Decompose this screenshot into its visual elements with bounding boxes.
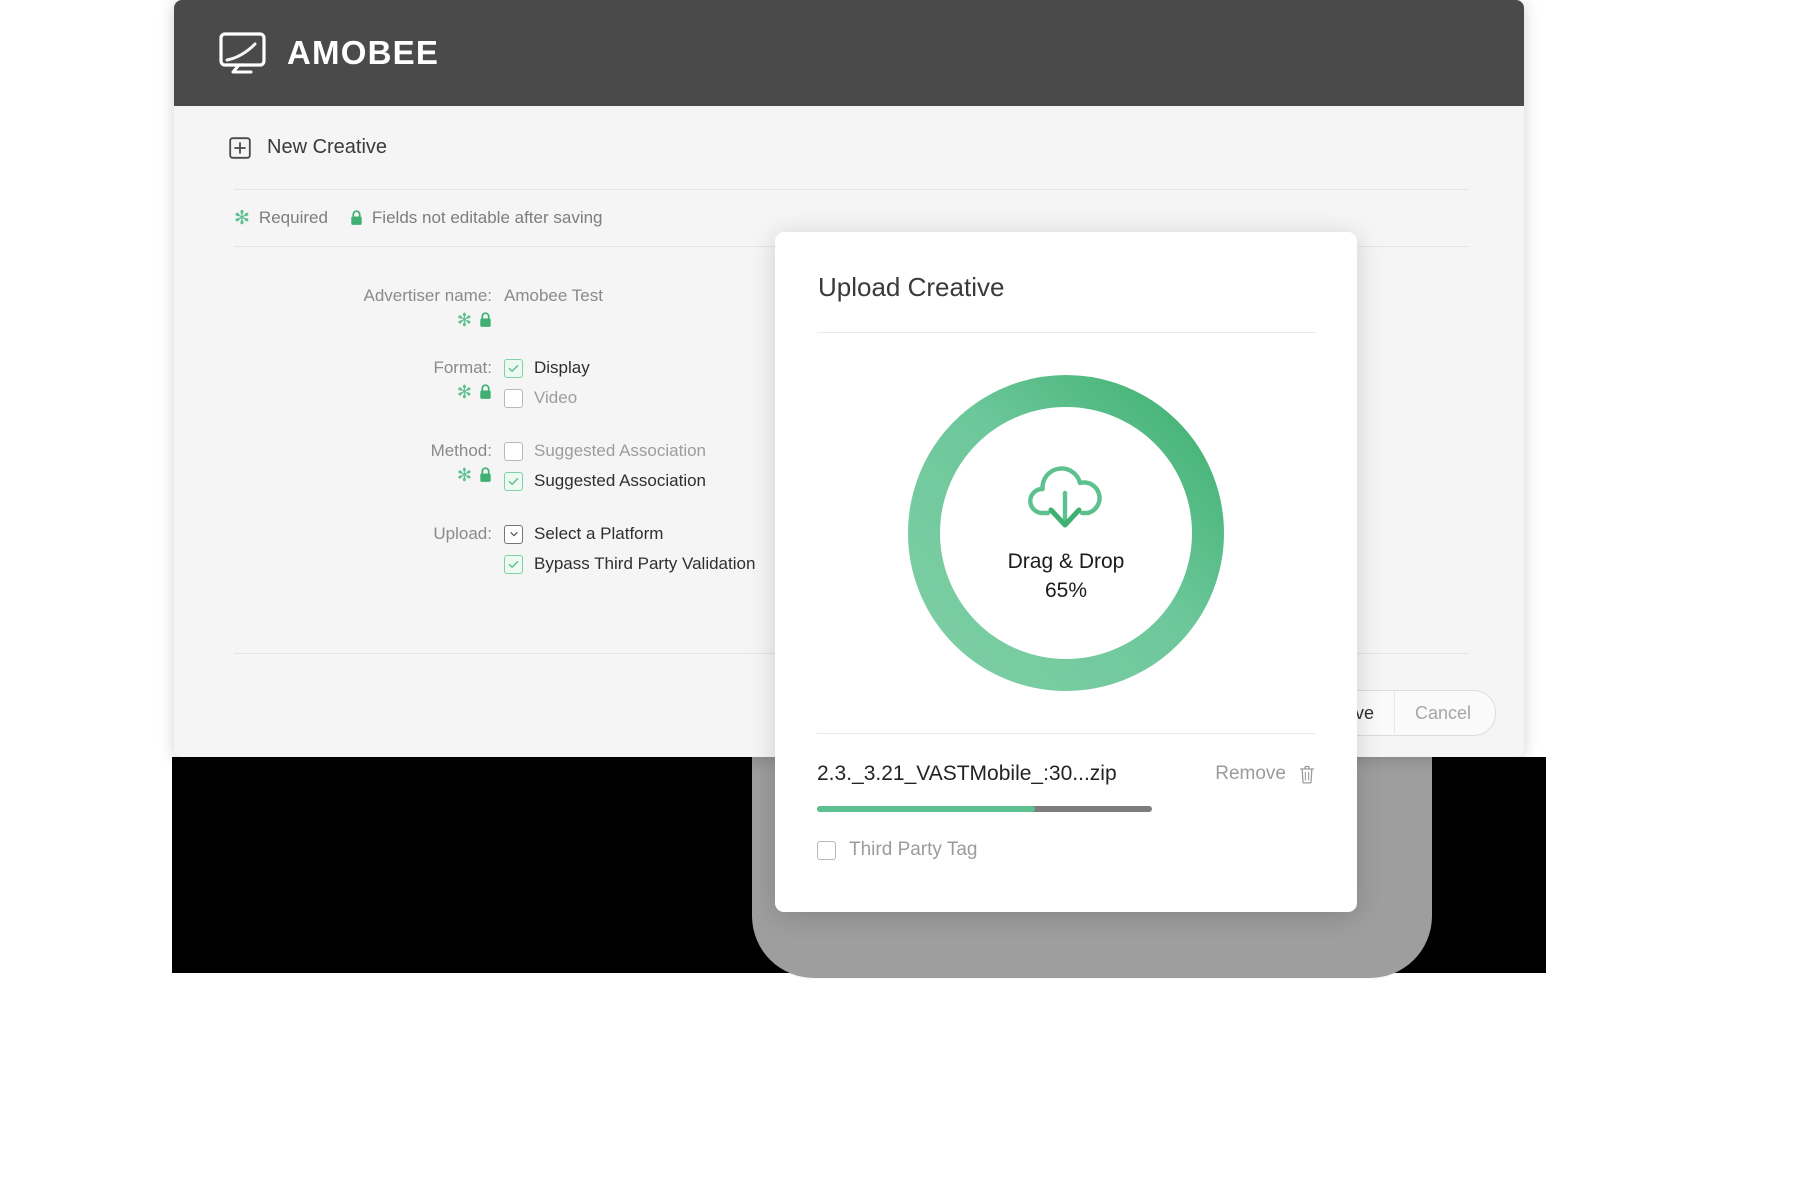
advertiser-name-value: Amobee Test	[504, 286, 603, 305]
plus-square-icon[interactable]	[229, 136, 251, 159]
checkbox-method-option-1[interactable]: Suggested Association	[504, 436, 706, 466]
checkbox-label: Bypass Third Party Validation	[534, 554, 756, 573]
brand-logo[interactable]: AMOBEE	[219, 32, 439, 74]
legend-required-label: Required	[258, 208, 328, 227]
screen: AMOBEE New Creative ✻ Required Fields no…	[0, 0, 1800, 1200]
cancel-button[interactable]: Cancel	[1393, 692, 1491, 734]
lock-icon	[479, 384, 492, 400]
checkbox-bypass-third-party-validation[interactable]: Bypass Third Party Validation	[504, 549, 755, 579]
checkbox-label: Suggested Association	[534, 441, 707, 460]
monitor-swoosh-icon	[219, 32, 271, 74]
checkbox-checked-icon[interactable]	[504, 358, 523, 378]
lock-icon	[479, 467, 492, 483]
chevron-down-icon[interactable]	[504, 524, 523, 544]
marks: ✻	[174, 466, 504, 484]
drop-zone[interactable]: Drag & Drop 65%	[775, 333, 1357, 733]
checkbox-label: Suggested Association	[534, 471, 707, 490]
legend-required: ✻ Required	[234, 208, 328, 228]
checkbox-method-option-2[interactable]: Suggested Association	[504, 466, 706, 496]
file-actions: Remove	[1215, 763, 1315, 785]
required-asterisk-icon: ✻	[456, 382, 472, 402]
checkbox-checked-icon[interactable]	[504, 471, 523, 491]
ring-content: Drag & Drop 65%	[907, 374, 1225, 692]
marks: ✻	[174, 383, 504, 401]
modal-title: Upload Creative	[818, 272, 1005, 302]
field-label: Upload:	[433, 524, 492, 543]
third-party-tag-label: Third Party Tag	[849, 839, 978, 860]
select-a-platform-dropdown[interactable]: Select a Platform	[504, 519, 663, 549]
upload-creative-modal: Upload Creative Drag & Drop 65% 2.3._3.2…	[775, 232, 1357, 912]
third-party-tag-row[interactable]: Third Party Tag	[817, 839, 1315, 861]
file-row: 2.3._3.21_VASTMobile_:30...zip Remove	[817, 762, 1315, 786]
brand-name: AMOBEE	[287, 34, 440, 71]
trash-icon[interactable]	[1299, 765, 1315, 784]
marks: ✻	[174, 311, 504, 329]
app-header: AMOBEE	[174, 0, 1524, 106]
checkbox-video[interactable]: Video	[504, 383, 577, 413]
uploaded-file-block: 2.3._3.21_VASTMobile_:30...zip Remove Th…	[775, 734, 1357, 861]
remove-button[interactable]: Remove	[1215, 763, 1286, 785]
legend-locked-label: Fields not editable after saving	[371, 208, 603, 227]
checkbox-unchecked-icon[interactable]	[817, 840, 836, 860]
field-label: Format:	[433, 358, 492, 377]
checkbox-checked-icon[interactable]	[504, 554, 523, 574]
required-asterisk-icon: ✻	[234, 207, 250, 229]
checkbox-label: Video	[534, 388, 578, 407]
required-asterisk-icon: ✻	[456, 465, 472, 485]
dropzone-percent-text: 65%	[1044, 579, 1088, 602]
file-progress-bar	[817, 806, 1152, 812]
required-asterisk-icon: ✻	[456, 310, 472, 330]
checkbox-label: Display	[534, 358, 590, 377]
field-label: Method:	[430, 441, 492, 460]
legend-locked: Fields not editable after saving	[350, 208, 603, 228]
file-name: 2.3._3.21_VASTMobile_:30...zip	[817, 762, 1117, 785]
checkbox-unchecked-icon[interactable]	[504, 388, 523, 408]
upload-progress-ring: Drag & Drop 65%	[907, 374, 1225, 692]
checkbox-unchecked-icon[interactable]	[504, 441, 523, 461]
page-header: New Creative	[174, 106, 1524, 159]
lock-icon	[350, 210, 363, 226]
checkbox-display[interactable]: Display	[504, 353, 590, 383]
lock-icon	[479, 312, 492, 328]
field-label: Advertiser name:	[363, 286, 493, 305]
dropdown-label: Select a Platform	[534, 524, 664, 543]
dropzone-primary-text: Drag & Drop	[1007, 550, 1125, 573]
file-progress-fill	[817, 806, 1035, 812]
cloud-download-icon	[1018, 461, 1114, 547]
page-title: New Creative	[267, 136, 388, 158]
